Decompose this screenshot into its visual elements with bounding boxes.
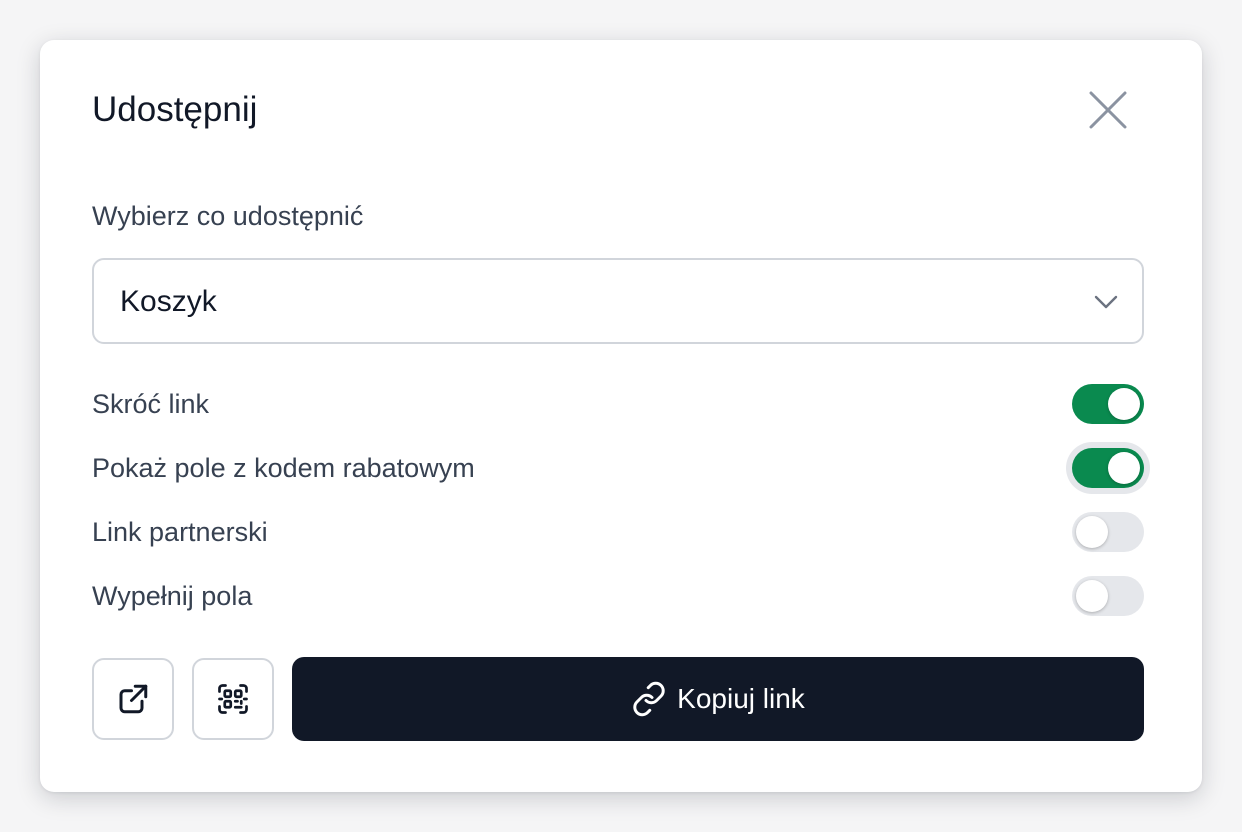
- toggle-fill-fields[interactable]: [1072, 576, 1144, 616]
- toggle-shorten-link[interactable]: [1072, 384, 1144, 424]
- copy-link-label: Kopiuj link: [677, 683, 805, 714]
- external-link-icon: [119, 684, 148, 714]
- share-select[interactable]: Koszyk: [92, 258, 1144, 344]
- toggle-knob: [1108, 388, 1140, 420]
- share-select-value: Koszyk: [120, 285, 217, 318]
- qr-code-scan-icon: [218, 684, 248, 714]
- share-select-label: Wybierz co udostępnić: [92, 201, 364, 231]
- chevron-down-icon: [1094, 295, 1118, 309]
- option-row-fill-fields: Wypełnij pola: [92, 574, 1144, 618]
- option-label: Wypełnij pola: [92, 581, 253, 611]
- link-icon: [633, 681, 665, 717]
- share-dialog: Udostępnij Wybierz co udostępnić Koszyk …: [40, 40, 1202, 792]
- option-row-show-discount-field: Pokaż pole z kodem rabatowym: [92, 446, 1144, 490]
- toggle-knob: [1076, 580, 1108, 612]
- toggle-partner-link[interactable]: [1072, 512, 1144, 552]
- dialog-title: Udostępnij: [92, 90, 258, 129]
- toggle-show-discount-field[interactable]: [1072, 448, 1144, 488]
- open-link-button[interactable]: [92, 658, 174, 740]
- close-button[interactable]: [1084, 86, 1132, 134]
- close-icon: [1089, 91, 1127, 129]
- option-row-shorten-link: Skróć link: [92, 382, 1144, 426]
- copy-link-button[interactable]: Kopiuj link: [292, 657, 1144, 741]
- option-label: Skróć link: [92, 389, 210, 419]
- qr-code-button[interactable]: [192, 658, 274, 740]
- toggle-knob: [1076, 516, 1108, 548]
- option-label: Link partnerski: [92, 517, 268, 547]
- option-label: Pokaż pole z kodem rabatowym: [92, 453, 475, 483]
- option-row-partner-link: Link partnerski: [92, 510, 1144, 554]
- toggle-knob: [1108, 452, 1140, 484]
